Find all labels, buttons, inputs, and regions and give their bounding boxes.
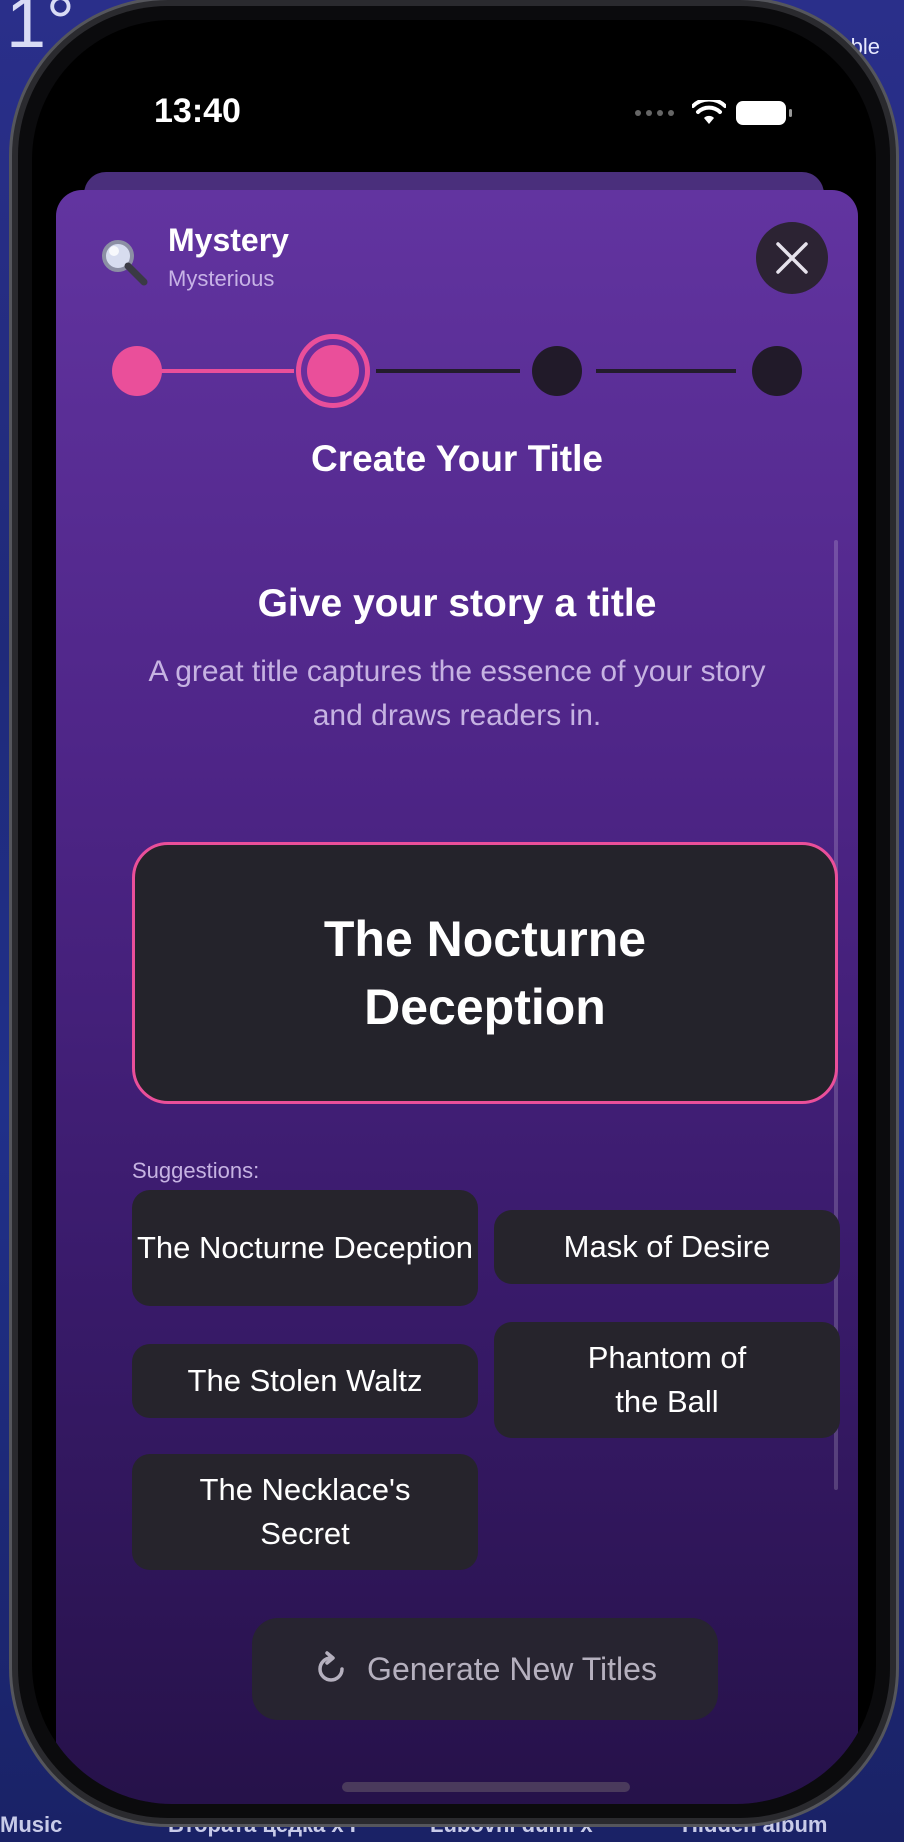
suggestion-chip[interactable]: Phantom of the Ball — [494, 1322, 840, 1438]
suggestion-chip[interactable]: The Stolen Waltz — [132, 1344, 478, 1418]
wifi-icon — [692, 100, 726, 124]
status-time: 13:40 — [154, 92, 241, 130]
step-dot-2-current — [296, 334, 370, 408]
close-button[interactable] — [756, 222, 828, 294]
battery-icon — [736, 101, 792, 125]
refresh-icon — [318, 1651, 344, 1682]
step-title: Create Your Title — [311, 438, 603, 479]
close-icon — [776, 242, 808, 274]
step-dot-4 — [752, 346, 802, 396]
progress-stepper — [96, 334, 816, 408]
suggestion-chip[interactable]: The Necklace's Secret — [132, 1454, 478, 1570]
phone-frame: 13:40 Mystery Mysterious Create Your Tit… — [18, 6, 890, 1818]
step-dot-3 — [532, 346, 582, 396]
genre-subtitle: Mysterious — [168, 266, 275, 291]
genre-title: Mystery — [168, 222, 289, 258]
suggestion-chip[interactable]: Mask of Desire — [494, 1210, 840, 1284]
magnifying-glass-icon — [102, 240, 148, 286]
home-indicator[interactable] — [342, 1782, 630, 1792]
description: A great title captures the essence of yo… — [148, 655, 766, 732]
status-icons — [635, 100, 792, 126]
selected-title-text: The Nocturne Deception — [323, 911, 647, 1035]
signal-icon — [635, 110, 674, 116]
step-connector — [596, 369, 736, 373]
title-input-field[interactable]: The Nocturne Deception — [132, 842, 838, 1104]
suggestions-label: Suggestions: — [132, 1158, 260, 1183]
generate-button-label: Generate New Titles — [367, 1650, 657, 1687]
story-wizard-sheet: Mystery Mysterious Create Your Title Giv… — [56, 190, 858, 1804]
generate-new-titles-button[interactable]: Generate New Titles — [252, 1618, 718, 1720]
background-top-right-text: ble — [850, 34, 880, 59]
background-dock-label: Music — [0, 1812, 63, 1837]
headline: Give your story a title — [257, 582, 657, 625]
step-connector — [376, 369, 520, 373]
phone-screen: 13:40 Mystery Mysterious Create Your Tit… — [32, 20, 876, 1804]
suggestion-chip[interactable]: The Nocturne Deception — [132, 1190, 478, 1306]
step-dot-1 — [112, 346, 162, 396]
step-connector-complete — [156, 369, 294, 373]
